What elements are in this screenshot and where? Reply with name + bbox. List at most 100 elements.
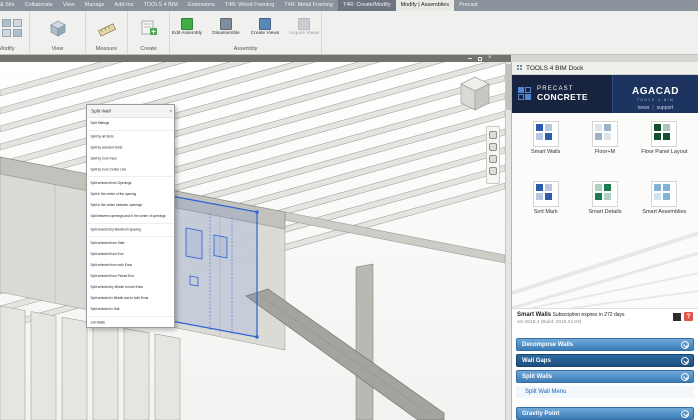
panel-view: View xyxy=(30,11,86,54)
tab-view[interactable]: View xyxy=(58,0,80,11)
scrollbar-thumb[interactable] xyxy=(506,64,511,110)
pan-icon[interactable] xyxy=(489,143,497,151)
tool-label: Sort Mark xyxy=(534,209,558,216)
brand-line2: CONCRETE xyxy=(537,92,588,102)
menu-item[interactable]: Split selected from Start xyxy=(87,238,175,249)
tab-extensions[interactable]: Extensions xyxy=(183,0,220,11)
tab-manage[interactable]: Manage xyxy=(80,0,110,11)
menu-item[interactable]: Split selected from Openings xyxy=(87,178,175,189)
button-label: Create Views xyxy=(248,31,283,37)
modify-tool-icon[interactable] xyxy=(13,29,22,37)
tab-precast[interactable]: Precast xyxy=(454,0,483,11)
zoom-icon[interactable] xyxy=(489,155,497,163)
menu-item[interactable]: Split selected from End xyxy=(87,249,175,260)
tab-collaborate[interactable]: Collaborate xyxy=(20,0,58,11)
tool-smart-walls[interactable]: Smart Walls xyxy=(518,121,574,175)
brand-banner: PRECAST CONCRETE AGACAD TOOLS 4 BIM news… xyxy=(512,75,698,113)
tab-massing-site[interactable]: Massing & Site xyxy=(0,0,20,11)
menu-item[interactable]: Split by Core Face xyxy=(87,154,175,165)
tab-t4r-wood-framing[interactable]: T4R: Wood Framing xyxy=(220,0,279,11)
menu-item[interactable]: Split in the center between openings xyxy=(87,200,175,211)
menu-separator xyxy=(88,316,175,317)
section-wall-gaps[interactable]: Wall Gaps xyxy=(516,354,694,367)
tool-floor-m[interactable]: Floor+M xyxy=(577,121,633,175)
section-label: Split Walls xyxy=(522,374,552,380)
split-wall-menu: Split Wall × Split Settings Split by all… xyxy=(86,104,175,328)
version-text: ver.2018.4 (Build: 2018.04.03) xyxy=(517,320,670,325)
modify-tool-icon[interactable] xyxy=(13,19,22,27)
smart-walls-icon xyxy=(533,121,559,147)
menu-item[interactable]: Split in the center of the opening xyxy=(87,189,175,200)
close-icon[interactable]: × xyxy=(488,55,492,62)
news-link[interactable]: news xyxy=(638,105,650,111)
menu-item[interactable]: Split selected by Middle to both Ends xyxy=(87,282,175,293)
company-tagline: TOOLS 4 BIM xyxy=(637,98,674,102)
dock-header[interactable]: TOOLS 4 BIM Dock xyxy=(512,62,698,75)
menu-item[interactable]: Split Settings xyxy=(87,118,175,129)
disassemble-icon xyxy=(220,18,232,30)
tab-tools-4-bim[interactable]: TOOLS 4 BIM xyxy=(139,0,183,11)
default-3d-view-icon[interactable] xyxy=(48,18,68,38)
menu-item[interactable]: Split selected by Maximum Spacing xyxy=(87,225,175,236)
panel-label-modify: Modify xyxy=(0,44,29,54)
menu-item[interactable]: Join Walls xyxy=(87,318,175,329)
menu-item[interactable]: Split selected in Middle and to both End… xyxy=(87,293,175,304)
menu-item[interactable]: Split by Core Center Line xyxy=(87,165,175,176)
circle-chevron-icon[interactable] xyxy=(681,357,689,365)
tab-add-ins[interactable]: Add-Ins xyxy=(110,0,139,11)
minimize-icon[interactable] xyxy=(468,58,472,59)
navigation-bar[interactable] xyxy=(486,126,500,184)
measure-icon[interactable] xyxy=(97,18,117,38)
link-separator: | xyxy=(652,105,653,111)
section-split-walls[interactable]: Split Walls xyxy=(516,370,694,383)
agacad-brand: AGACAD TOOLS 4 BIM news | support xyxy=(612,75,698,113)
split-wall-menu-link[interactable]: Split Wall Menu xyxy=(516,386,694,398)
section-decompose-walls[interactable]: Decompose Walls xyxy=(516,338,694,351)
precast-logo-icon xyxy=(518,87,532,101)
panel-label-view: View xyxy=(30,44,85,54)
help-button[interactable]: ? xyxy=(684,312,693,321)
circle-chevron-icon[interactable] xyxy=(681,373,689,381)
menu-item[interactable]: Split selected from both Ends xyxy=(87,260,175,271)
tool-smart-assemblies[interactable]: Smart Assemblies xyxy=(636,181,692,235)
viewcube-3d-icon[interactable] xyxy=(453,72,497,116)
selected-wall-panel[interactable] xyxy=(170,194,259,339)
menu-item[interactable]: Split by selected Grids xyxy=(87,143,175,154)
tool-floor-panel-layout[interactable]: Floor Panel Layout xyxy=(636,121,692,175)
manual-icon[interactable] xyxy=(673,313,681,321)
modify-tool-icon[interactable] xyxy=(2,29,11,37)
view-window-titlebar: × xyxy=(0,55,511,62)
sort-mark-icon xyxy=(533,181,559,207)
floor-panel-layout-icon xyxy=(651,121,677,147)
steering-wheel-icon[interactable] xyxy=(489,131,497,139)
company-name: AGACAD xyxy=(632,86,679,97)
circle-chevron-icon[interactable] xyxy=(681,410,689,418)
menu-item[interactable]: Split between openings and in the center… xyxy=(87,211,175,222)
tool-smart-details[interactable]: Smart Details xyxy=(577,181,633,235)
restore-icon[interactable] xyxy=(478,57,482,61)
section-gravity-point[interactable]: Gravity Point xyxy=(516,407,694,420)
menu-item[interactable]: Split by all Grids xyxy=(87,132,175,143)
tab-modify-assemblies[interactable]: Modify | Assemblies xyxy=(396,0,455,11)
create-icon[interactable] xyxy=(139,18,159,38)
circle-chevron-icon[interactable] xyxy=(681,341,689,349)
3d-model-view[interactable] xyxy=(0,62,505,420)
tab-t4r-metal-framing[interactable]: T4R: Metal Framing xyxy=(279,0,338,11)
modify-tool-icon[interactable] xyxy=(2,19,11,27)
panel-modify: Modify xyxy=(0,11,30,54)
acquire-views-button[interactable]: Acquire Views xyxy=(287,18,322,37)
viewport-scrollbar[interactable] xyxy=(505,62,511,420)
edit-assembly-button[interactable]: Edit Assembly xyxy=(170,18,205,37)
tool-sort-mark[interactable]: Sort Mark xyxy=(518,181,574,235)
disassemble-button[interactable]: Disassemble xyxy=(209,18,244,37)
orbit-icon[interactable] xyxy=(489,167,497,175)
3d-viewport[interactable]: Split Wall × Split Settings Split by all… xyxy=(0,62,505,420)
close-icon[interactable]: × xyxy=(169,105,172,118)
menu-item[interactable]: Split selected in Half xyxy=(87,304,175,315)
tab-t4r-create-modify[interactable]: T4R: Create/Modify xyxy=(338,0,396,11)
support-link[interactable]: support xyxy=(657,105,674,111)
revit-window: Massing & Site Collaborate View Manage A… xyxy=(0,0,698,420)
menu-item[interactable]: Split selected from Picked End xyxy=(87,271,175,282)
panel-create: Create xyxy=(128,11,170,54)
create-views-button[interactable]: Create Views xyxy=(248,18,283,37)
